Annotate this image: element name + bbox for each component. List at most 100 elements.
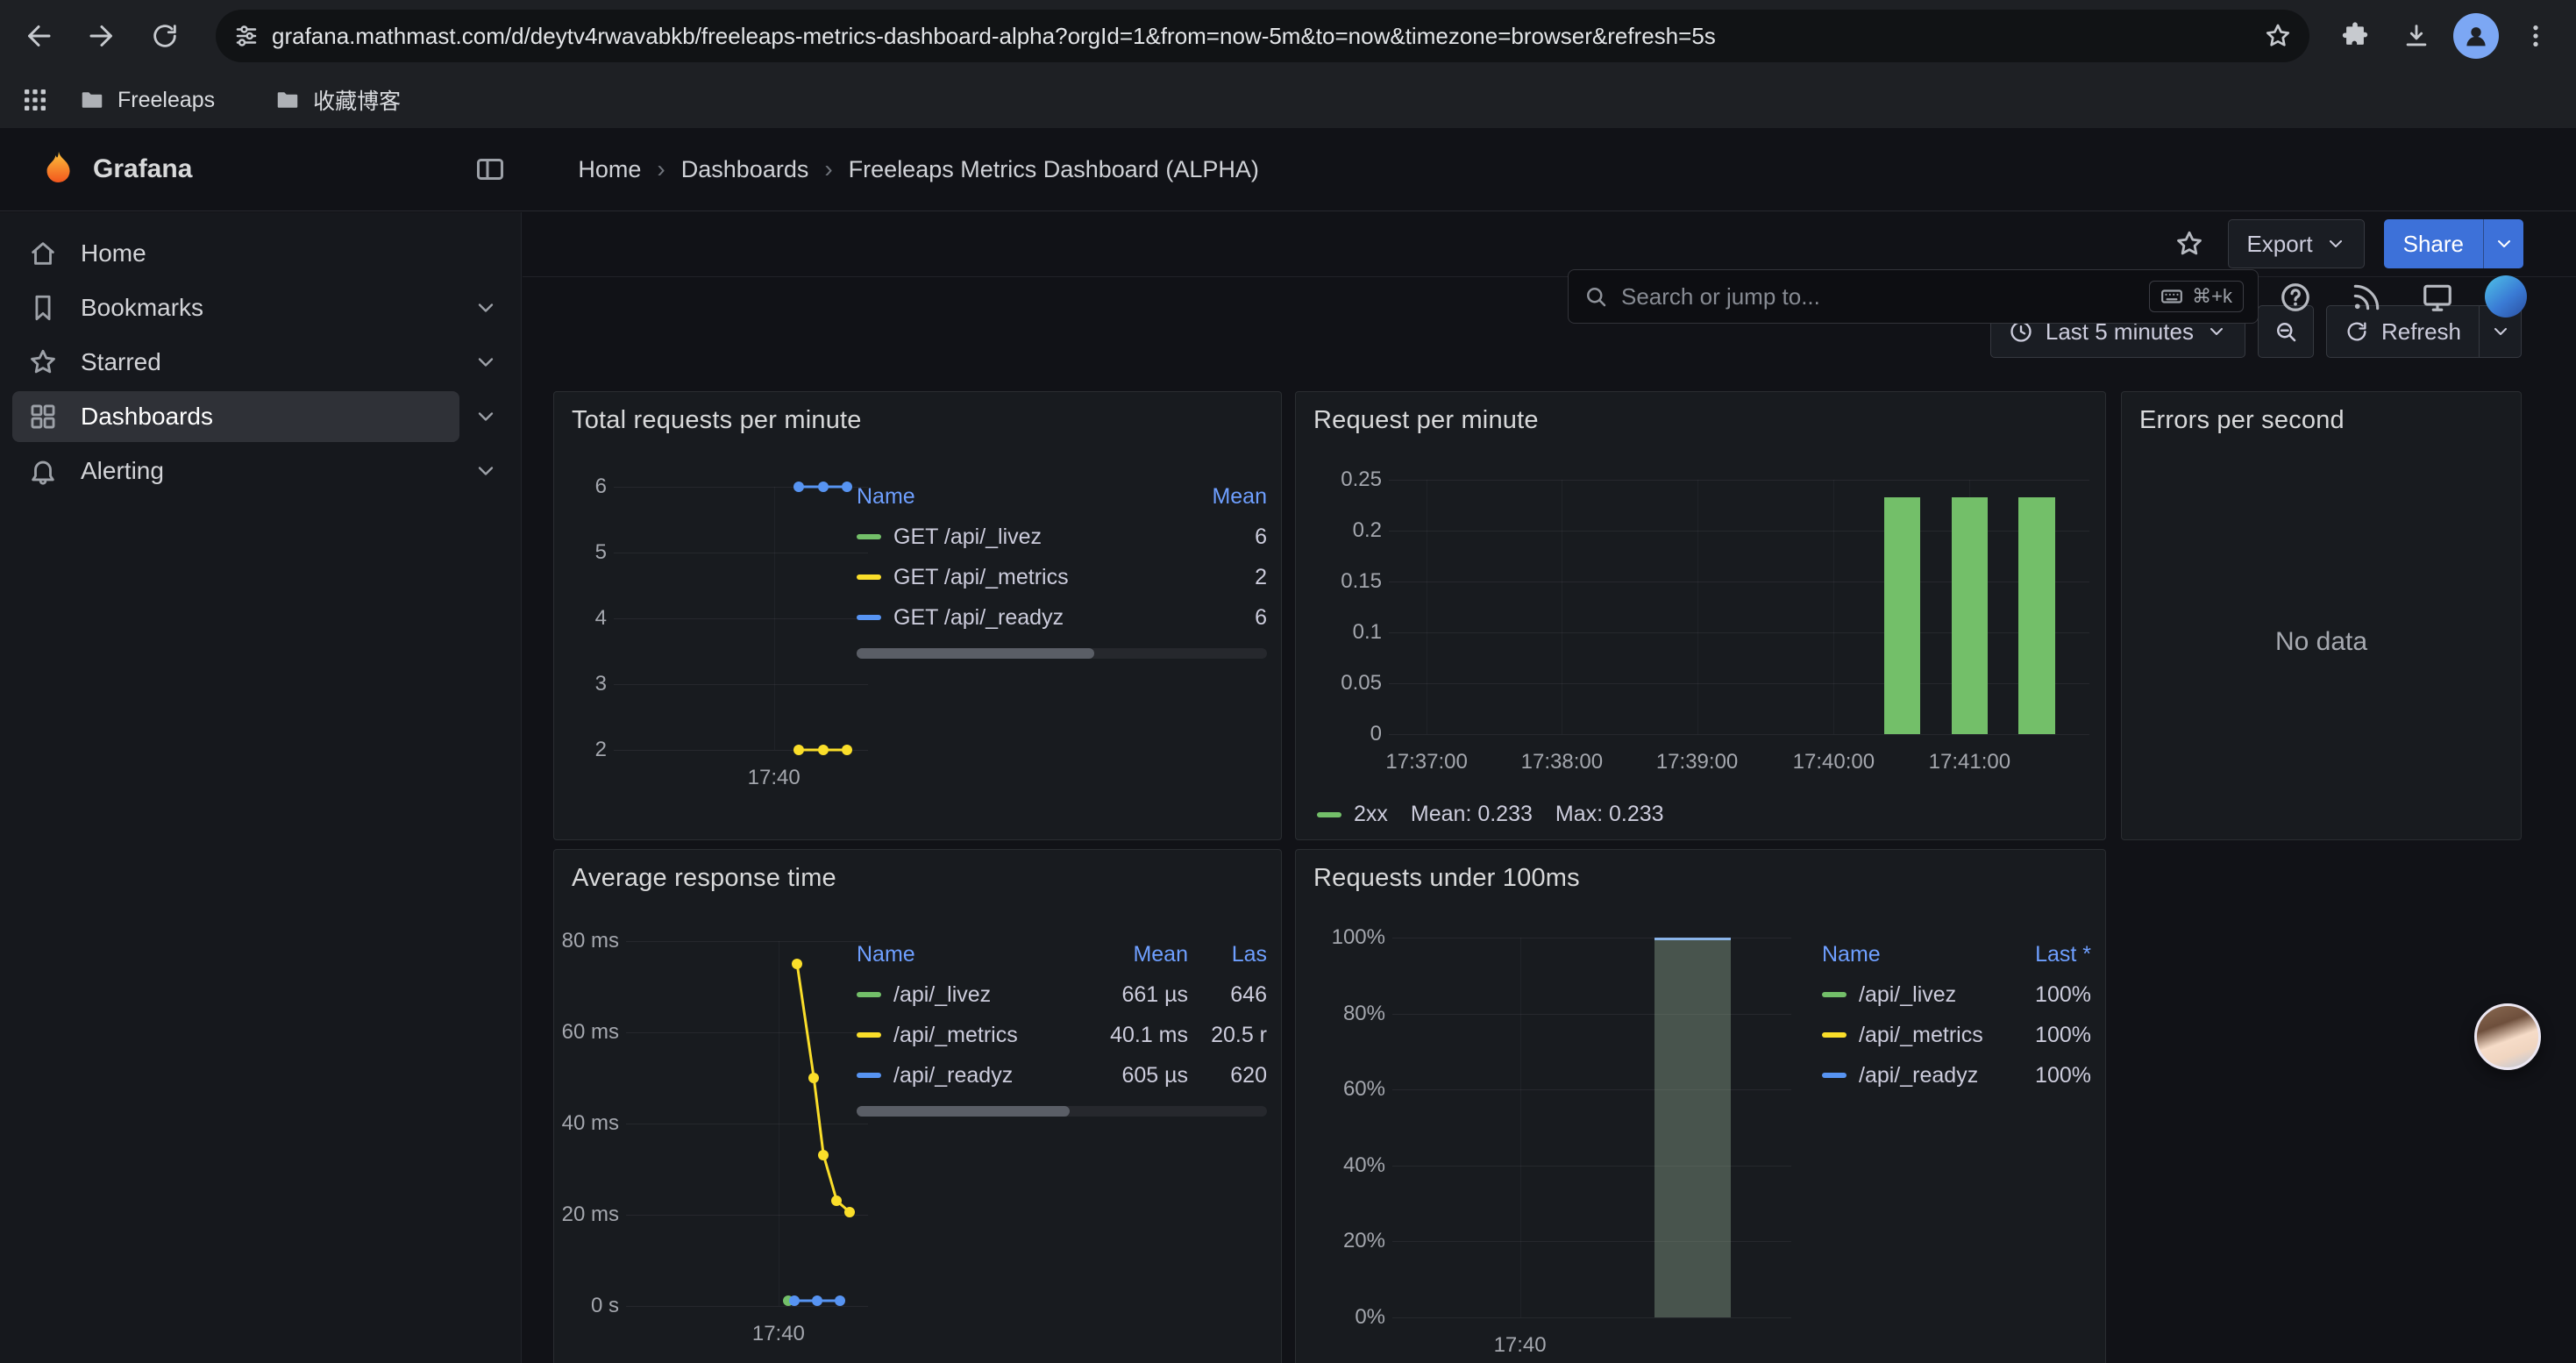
series-swatch [1822, 1073, 1847, 1078]
data-point [789, 1295, 800, 1306]
url-input[interactable] [272, 23, 2252, 50]
expand-chevron-icon[interactable] [473, 459, 498, 483]
browser-back-button[interactable] [14, 11, 63, 61]
bookmark-folder-freeleaps[interactable]: Freeleaps [65, 82, 229, 118]
expand-chevron-icon[interactable] [473, 296, 498, 320]
breadcrumb-current: Freeleaps Metrics Dashboard (ALPHA) [849, 156, 1259, 183]
keyboard-icon [2160, 285, 2183, 308]
news-rss-icon[interactable] [2348, 279, 2385, 316]
apps-grid-icon[interactable] [14, 79, 56, 121]
expand-chevron-icon[interactable] [473, 350, 498, 375]
brand-title: Grafana [93, 154, 192, 184]
panel-title[interactable]: Request per minute [1313, 406, 1539, 435]
sidebar-item-alerting[interactable]: Alerting [12, 446, 459, 496]
legend-scrollbar [857, 1106, 1267, 1117]
share-button[interactable]: Share [2384, 219, 2483, 268]
share-menu-button[interactable] [2483, 219, 2523, 268]
site-settings-icon[interactable] [233, 23, 260, 49]
dashboards-grid-icon [28, 402, 58, 432]
address-bar[interactable] [216, 10, 2309, 62]
export-button[interactable]: Export [2228, 219, 2364, 268]
y-tick: 0.25 [1341, 467, 1382, 492]
sidebar-row: Dashboards [0, 391, 521, 442]
sidebar-nav: Home Bookmarks Starred Dashboards [0, 212, 522, 1363]
bookmark-star-icon[interactable] [2264, 22, 2292, 50]
legend-mean: Mean: 0.233 [1411, 802, 1533, 827]
legend-row: /api/_readyz 605 µs 620 [857, 1055, 1267, 1095]
sidebar-item-home[interactable]: Home [12, 228, 459, 279]
bar-2xx [1952, 497, 1989, 734]
search-input[interactable] [1621, 283, 2137, 310]
sidebar-toggle-icon[interactable] [474, 153, 506, 185]
breadcrumb-home[interactable]: Home [578, 156, 641, 183]
y-tick: 0% [1355, 1305, 1385, 1330]
browser-forward-button[interactable] [77, 11, 126, 61]
panel-request-per-minute: Request per minute 0.25 0.2 0.15 0.1 0.0… [1295, 391, 2106, 840]
sidebar-item-starred[interactable]: Starred [12, 337, 459, 388]
star-icon [28, 347, 58, 377]
downloads-icon[interactable] [2392, 11, 2441, 61]
scrollbar-thumb[interactable] [857, 1106, 1070, 1117]
search-shortcut-badge: ⌘+k [2149, 281, 2244, 312]
x-tick: 17:37:00 [1385, 750, 1467, 774]
panel-title[interactable]: Requests under 100ms [1313, 864, 1580, 893]
browser-profile-avatar[interactable] [2453, 13, 2499, 59]
series-swatch [1822, 1032, 1847, 1038]
panel-title[interactable]: Average response time [572, 864, 836, 893]
user-avatar[interactable] [2485, 275, 2527, 318]
panel-errors-per-second: Errors per second No data [2121, 391, 2522, 840]
browser-menu-icon[interactable] [2511, 11, 2560, 61]
chevron-down-icon [2490, 321, 2511, 342]
help-icon[interactable] [2277, 279, 2314, 316]
x-tick: 17:40:00 [1793, 750, 1875, 774]
scrollbar-thumb[interactable] [857, 648, 1094, 659]
bookmark-folder-blogs[interactable]: 收藏博客 [260, 79, 415, 121]
bookmark-icon [28, 293, 58, 323]
sidebar-row: Home [0, 228, 521, 279]
favorite-star-icon[interactable] [2170, 225, 2209, 263]
panel-title[interactable]: Errors per second [2139, 406, 2345, 435]
panel-average-response-time: Average response time 80 ms 60 ms 40 ms … [553, 849, 1282, 1363]
panel-title[interactable]: Total requests per minute [572, 406, 862, 435]
y-tick: 80% [1343, 1002, 1385, 1026]
bar-chart: 0.25 0.2 0.15 0.1 0.05 0 17:37:00 17:38:… [1313, 480, 2089, 769]
bookmark-label: 收藏博客 [313, 84, 401, 116]
legend-item-2xx[interactable]: 2xx [1317, 802, 1388, 827]
floating-avatar-widget[interactable] [2474, 1003, 2541, 1070]
legend-row: /api/_metrics 100% [1822, 1015, 2091, 1055]
folder-icon [274, 87, 301, 113]
breadcrumb-dashboards[interactable]: Dashboards [681, 156, 809, 183]
y-tick: 40 ms [562, 1111, 619, 1136]
legend-row: GET /api/_readyz 6 [857, 597, 1267, 638]
refresh-icon [2345, 319, 2369, 344]
data-point [793, 482, 804, 492]
sidebar-item-dashboards[interactable]: Dashboards [12, 391, 459, 442]
extensions-icon[interactable] [2330, 11, 2380, 61]
series-swatch [1317, 812, 1341, 817]
bell-icon [28, 456, 58, 486]
bar-2xx [1884, 497, 1921, 734]
breadcrumb: Home › Dashboards › Freeleaps Metrics Da… [578, 155, 1258, 183]
plot-area: 17:40 [1392, 938, 1791, 1317]
expand-chevron-icon[interactable] [473, 404, 498, 429]
sidebar-row: Alerting [0, 446, 521, 496]
grafana-logo[interactable] [39, 149, 79, 189]
search-box[interactable]: ⌘+k [1568, 269, 2259, 324]
sidebar-row: Starred [0, 337, 521, 388]
timeseries-chart: 80 ms 60 ms 40 ms 20 ms 0 s [568, 941, 875, 1353]
chevron-down-icon [2206, 321, 2227, 342]
y-tick: 60 ms [562, 1020, 619, 1045]
legend-row: /api/_readyz 100% [1822, 1055, 2091, 1095]
browser-reload-button[interactable] [140, 11, 189, 61]
legend-header: Name Mean Las [857, 934, 1267, 974]
y-tick: 3 [595, 672, 607, 696]
y-tick: 80 ms [562, 929, 619, 953]
chevron-down-icon [2494, 233, 2515, 254]
data-point [818, 1150, 829, 1160]
breadcrumb-separator: › [824, 155, 832, 183]
display-icon[interactable] [2419, 279, 2456, 316]
legend-header: Name Mean [857, 476, 1267, 517]
y-tick: 60% [1343, 1077, 1385, 1102]
sidebar-item-bookmarks[interactable]: Bookmarks [12, 282, 459, 333]
y-tick: 100% [1332, 925, 1385, 950]
